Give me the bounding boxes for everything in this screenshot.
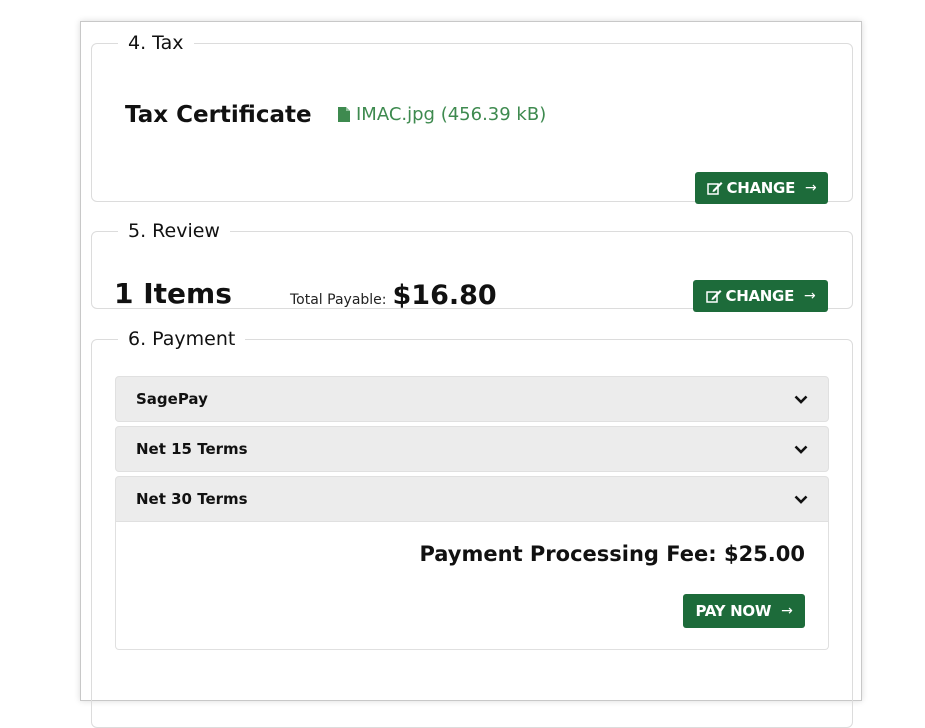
edit-icon	[705, 289, 722, 303]
review-items-count: 1 Items	[114, 277, 232, 310]
tax-certificate-file-link[interactable]: IMAC.jpg (456.39 kB)	[338, 104, 546, 125]
payment-processing-fee: Payment Processing Fee: $25.00	[419, 542, 805, 566]
file-icon	[338, 107, 350, 122]
tax-change-button[interactable]: CHANGE →	[695, 172, 828, 204]
pay-now-button[interactable]: PAY NOW →	[683, 594, 805, 628]
tax-section-title: 4. Tax	[128, 32, 184, 54]
total-payable-value: $16.80	[392, 280, 497, 311]
payment-method-net30[interactable]: Net 30 Terms	[115, 476, 829, 522]
arrow-right-icon: →	[804, 288, 816, 304]
payment-section-title: 6. Payment	[128, 328, 236, 350]
payment-method-sagepay[interactable]: SagePay	[115, 376, 829, 422]
tax-section: 4. Tax Tax Certificate IMAC.jpg (456.39 …	[91, 32, 853, 204]
tax-certificate-label: Tax Certificate	[125, 102, 312, 128]
file-name: IMAC.jpg (456.39 kB)	[356, 104, 547, 125]
review-change-button[interactable]: CHANGE →	[693, 280, 828, 312]
payment-section: 6. Payment SagePay Net 15 Terms Net 30 T…	[91, 328, 853, 728]
review-section: 5. Review 1 Items Total Payable: $16.80 …	[91, 220, 853, 312]
payment-method-net15[interactable]: Net 15 Terms	[115, 426, 829, 472]
net30-panel: Payment Processing Fee: $25.00 PAY NOW →	[115, 522, 829, 650]
payment-method-label: Net 15 Terms	[136, 440, 248, 458]
total-payable-label: Total Payable:	[290, 292, 387, 308]
edit-icon	[706, 181, 723, 195]
review-total: Total Payable: $16.80	[290, 280, 497, 311]
chevron-down-icon	[794, 490, 808, 509]
arrow-right-icon: →	[805, 180, 817, 196]
pay-now-label: PAY NOW	[695, 602, 772, 620]
payment-method-label: SagePay	[136, 390, 208, 408]
checkout-panel: 4. Tax Tax Certificate IMAC.jpg (456.39 …	[80, 21, 862, 728]
review-section-title: 5. Review	[128, 220, 220, 242]
review-change-label: CHANGE	[725, 287, 795, 305]
chevron-down-icon	[794, 390, 808, 409]
tax-change-label: CHANGE	[726, 179, 796, 197]
arrow-right-icon: →	[781, 603, 793, 619]
chevron-down-icon	[794, 440, 808, 459]
payment-method-label: Net 30 Terms	[136, 490, 248, 508]
